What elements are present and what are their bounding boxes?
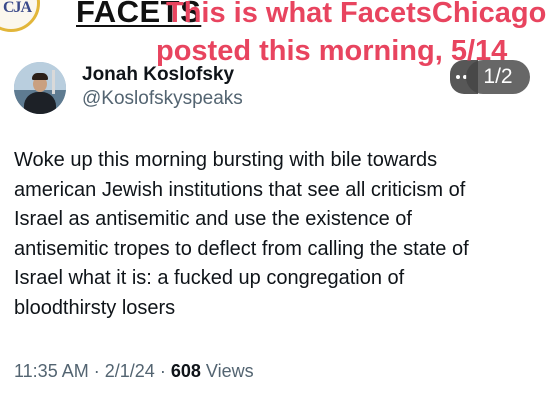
logo-text: CJA (3, 0, 32, 16)
avatar-hair (32, 73, 48, 80)
page-indicator: 1/2 (466, 60, 530, 94)
tweet-meta: 11:35 AM · 2/1/24 · 608 Views (14, 361, 254, 382)
user-handle[interactable]: @Koslofskyspeaks (82, 88, 243, 110)
caption-overlay: This is what FacetsChicago posted this m… (152, 0, 552, 68)
views-count: 608 (170, 361, 201, 381)
avatar-body (24, 92, 56, 114)
cja-logo-icon: CJA (0, 0, 40, 32)
more-dot (456, 75, 460, 79)
meta-separator: · (159, 361, 166, 381)
meta-separator: · (93, 361, 100, 381)
tweet-text: Woke up this morning bursting with bile … (14, 149, 469, 319)
tweet-date[interactable]: 2/1/24 (105, 361, 155, 381)
avatar-lighthouse (52, 70, 55, 94)
caption-line-1: This is what FacetsChicago (166, 0, 547, 29)
avatar[interactable] (14, 62, 66, 114)
views-label: Views (205, 361, 254, 381)
tweet-time[interactable]: 11:35 AM (14, 361, 89, 381)
